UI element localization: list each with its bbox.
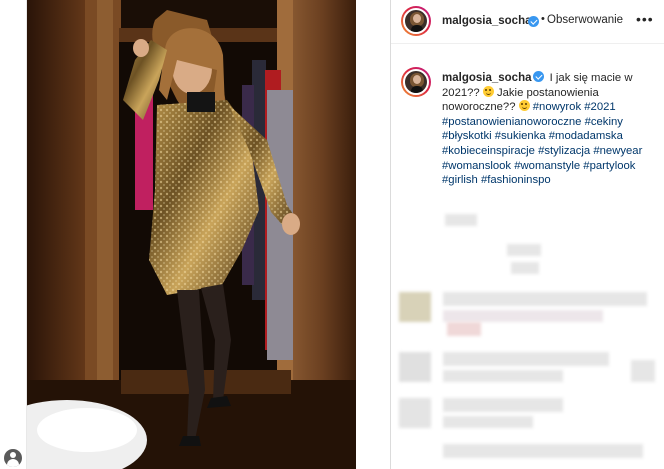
author-avatar[interactable] <box>401 6 431 36</box>
thinking-face-emoji-icon <box>518 100 530 112</box>
hashtag-link[interactable]: #womanslook <box>442 160 511 172</box>
photo-illustration <box>27 0 356 469</box>
hashtag-link[interactable]: #newyear <box>593 145 642 157</box>
hashtag-link[interactable]: #fashioninspo <box>481 174 551 186</box>
blurred-comment <box>443 310 603 322</box>
blurred-comment <box>447 322 481 336</box>
blurred-text <box>445 214 477 226</box>
post-caption: malgosia_socha I jak się macie w 2021?? … <box>442 70 657 188</box>
caption-username[interactable]: malgosia_socha <box>442 72 531 84</box>
hashtag-link[interactable]: #postanowienianoworoczne <box>442 116 581 128</box>
post-photo[interactable] <box>27 0 356 469</box>
blurred-text <box>511 262 539 274</box>
post-panel: malgosia_socha • Obserwowanie ••• malgos… <box>390 0 664 469</box>
hashtag-link[interactable]: #womanstyle <box>514 160 580 172</box>
left-gutter <box>0 0 27 469</box>
hashtag-link[interactable]: #błyskotki <box>442 130 492 142</box>
blurred-comment <box>443 398 563 412</box>
user-avatar-icon[interactable] <box>4 449 22 467</box>
hashtag-link[interactable]: #kobieceinspiracje <box>442 145 535 157</box>
author-username[interactable]: malgosia_socha <box>442 15 531 27</box>
blurred-comment <box>443 292 647 306</box>
verified-badge-icon <box>533 71 545 82</box>
hashtag-link[interactable]: #partylook <box>583 160 635 172</box>
hashtag-link[interactable]: #cekiny <box>585 116 623 128</box>
blurred-avatar <box>399 352 431 382</box>
blurred-avatar <box>399 398 431 428</box>
more-options-icon[interactable]: ••• <box>636 12 654 26</box>
header-separator: • <box>541 13 545 25</box>
hashtag-link[interactable]: #stylizacja <box>538 145 590 157</box>
hashtag-link[interactable]: #nowyrok <box>533 101 581 113</box>
hashtag-link[interactable]: #girlish <box>442 174 478 186</box>
follow-button[interactable]: Obserwowanie <box>547 14 623 26</box>
blurred-comment <box>443 416 533 428</box>
hashtag-link[interactable]: #2021 <box>584 101 615 113</box>
blurred-comment <box>443 370 563 382</box>
grinning-face-emoji-icon <box>482 85 494 97</box>
blurred-comment <box>443 444 643 458</box>
verified-badge-icon <box>528 16 539 27</box>
caption-author-avatar[interactable] <box>401 67 431 97</box>
hashtag-link[interactable]: #modadamska <box>549 130 623 142</box>
blurred-avatar <box>399 292 431 322</box>
blurred-comment <box>443 352 609 366</box>
hashtag-link[interactable]: #sukienka <box>495 130 546 142</box>
post-header: malgosia_socha • Obserwowanie ••• <box>391 0 664 44</box>
blurred-comment <box>631 360 655 382</box>
blurred-text <box>507 244 541 256</box>
